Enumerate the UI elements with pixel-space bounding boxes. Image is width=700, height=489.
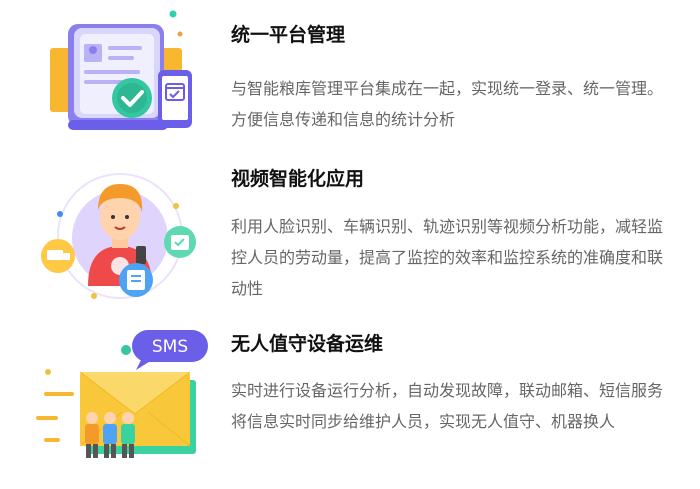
feature-title: 统一平台管理: [231, 24, 346, 46]
mobile-calendar-icon: [158, 70, 192, 128]
check-circle-icon: [112, 78, 152, 118]
decor-line: [36, 416, 58, 420]
decor-line: [44, 438, 60, 442]
sms-label: SMS: [152, 337, 188, 357]
feature-title: 无人值守设备运维: [231, 333, 384, 355]
calendar-check-icon: [164, 226, 196, 258]
feature-description: 与智能粮库管理平台集成在一起，实现统一登录、统一管理。方便信息传递和信息的统计分…: [231, 79, 664, 129]
decor-dot: [91, 293, 97, 299]
sms-bubble-icon: SMS: [132, 330, 208, 370]
decor-line: [44, 392, 74, 396]
truck-icon: [41, 239, 75, 273]
feature-description: 利用人脸识别、车辆识别、轨迹识别等视频分析功能，减轻监控人员的劳动量，提高了监控…: [231, 217, 664, 298]
decor-dot: [169, 10, 177, 18]
maintenance-illustration: SMS: [36, 330, 208, 458]
decor-dot: [57, 211, 63, 217]
platform-illustration: [50, 10, 192, 130]
decor-dot: [177, 31, 183, 37]
document-list-icon: [119, 263, 153, 297]
video-illustration: [41, 173, 196, 299]
decor-dot: [173, 203, 179, 209]
feature-title: 视频智能化应用: [231, 168, 365, 190]
decor-dot: [121, 345, 131, 355]
decor-dot: [45, 369, 51, 375]
feature-description: 实时进行设备运行分析，自动发现故障，联动邮箱、短信服务将信息实时同步给维护人员，…: [231, 381, 664, 431]
